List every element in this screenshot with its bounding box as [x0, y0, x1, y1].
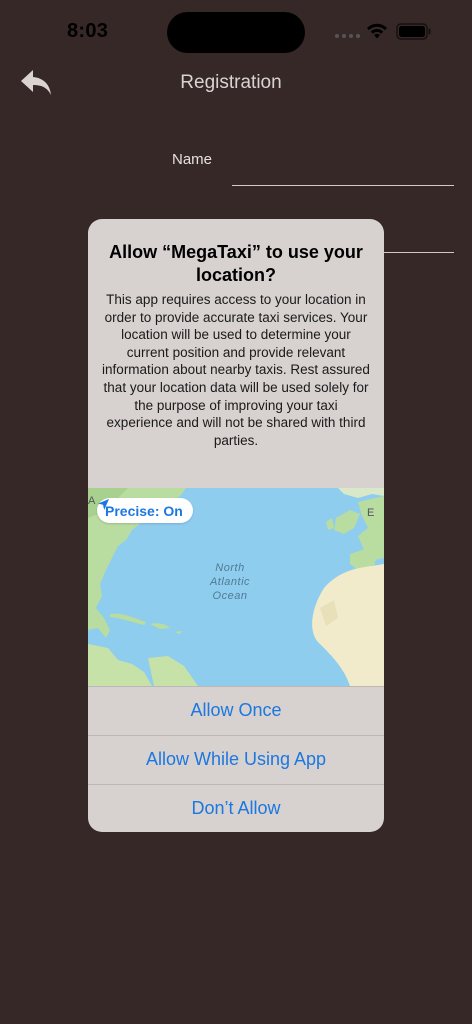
name-input[interactable] — [232, 185, 454, 186]
alert-message: This app requires access to your locatio… — [102, 292, 370, 448]
cellular-signal-icon — [335, 34, 360, 38]
location-map: A E North Atlantic Ocean Precise: On — [88, 488, 384, 686]
precise-label: Precise: On — [105, 502, 183, 519]
name-label: Name — [172, 151, 213, 168]
map-edge-label-left: A — [88, 495, 96, 507]
precise-location-toggle[interactable]: Precise: On — [97, 498, 193, 523]
dynamic-island — [167, 12, 305, 53]
page-title: Registration — [180, 72, 282, 93]
allow-while-using-app-button[interactable]: Allow While Using App — [88, 735, 384, 783]
alert-title: Allow “MegaTaxi” to use your location? — [109, 242, 363, 285]
ocean-label: North Atlantic Ocean — [209, 562, 251, 602]
map-edge-label-right: E — [367, 507, 375, 519]
allow-once-button[interactable]: Allow Once — [88, 686, 384, 734]
location-arrow-icon — [98, 499, 109, 510]
wifi-icon — [367, 23, 387, 39]
location-permission-alert: Allow “MegaTaxi” to use your location? T… — [88, 219, 384, 832]
status-time: 8:03 — [67, 20, 109, 42]
dont-allow-button[interactable]: Don’t Allow — [88, 784, 384, 832]
battery-icon — [396, 23, 431, 40]
